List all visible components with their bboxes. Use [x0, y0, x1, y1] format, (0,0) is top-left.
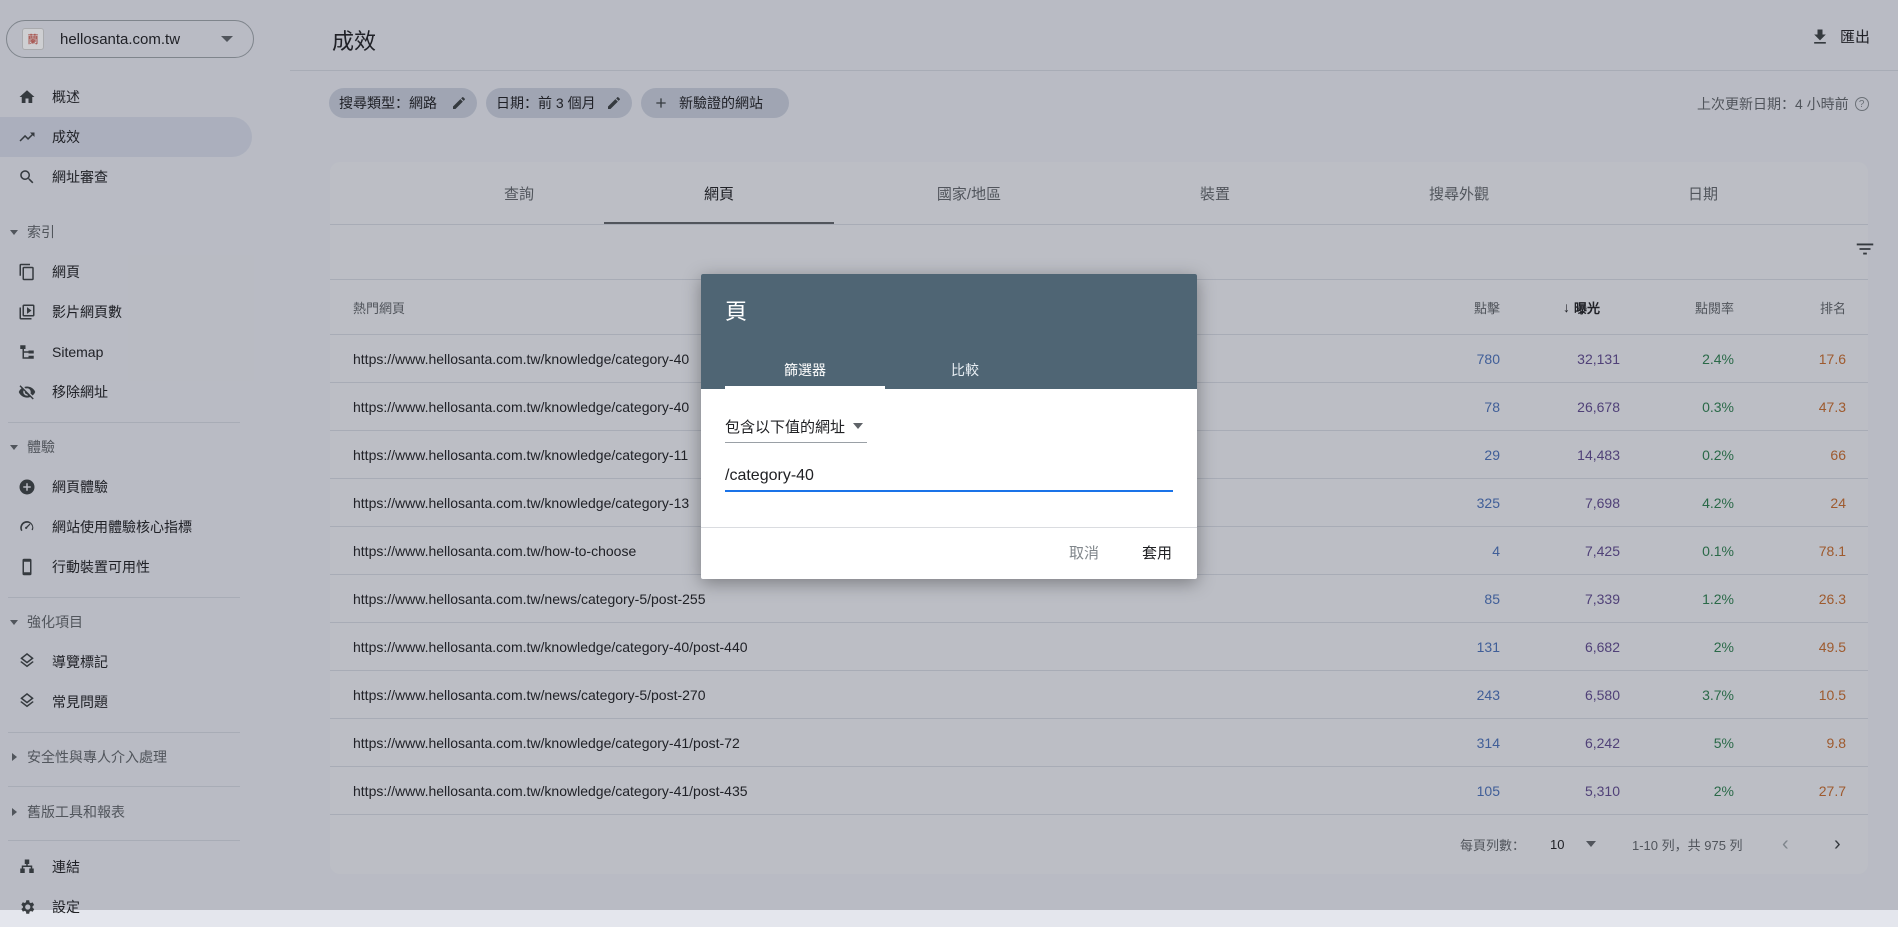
match-type-select[interactable]: 包含以下值的網址	[725, 410, 867, 443]
cancel-button[interactable]: 取消	[1069, 542, 1099, 563]
dialog-tab-filter[interactable]: 篩選器	[725, 354, 885, 386]
match-type-value: 包含以下值的網址	[725, 418, 846, 436]
dialog-title: 頁	[725, 299, 748, 324]
chevron-down-icon	[853, 423, 864, 429]
filter-value-input[interactable]	[725, 462, 1173, 492]
dialog-header: 頁 篩選器 比較	[701, 274, 1197, 389]
apply-button[interactable]: 套用	[1142, 542, 1172, 563]
dialog-footer: 取消 套用	[701, 527, 1197, 579]
dialog-tab-indicator	[725, 386, 885, 389]
page-filter-dialog: 頁 篩選器 比較 包含以下值的網址 取消 套用	[701, 274, 1197, 579]
dialog-tab-compare[interactable]: 比較	[885, 354, 1045, 386]
